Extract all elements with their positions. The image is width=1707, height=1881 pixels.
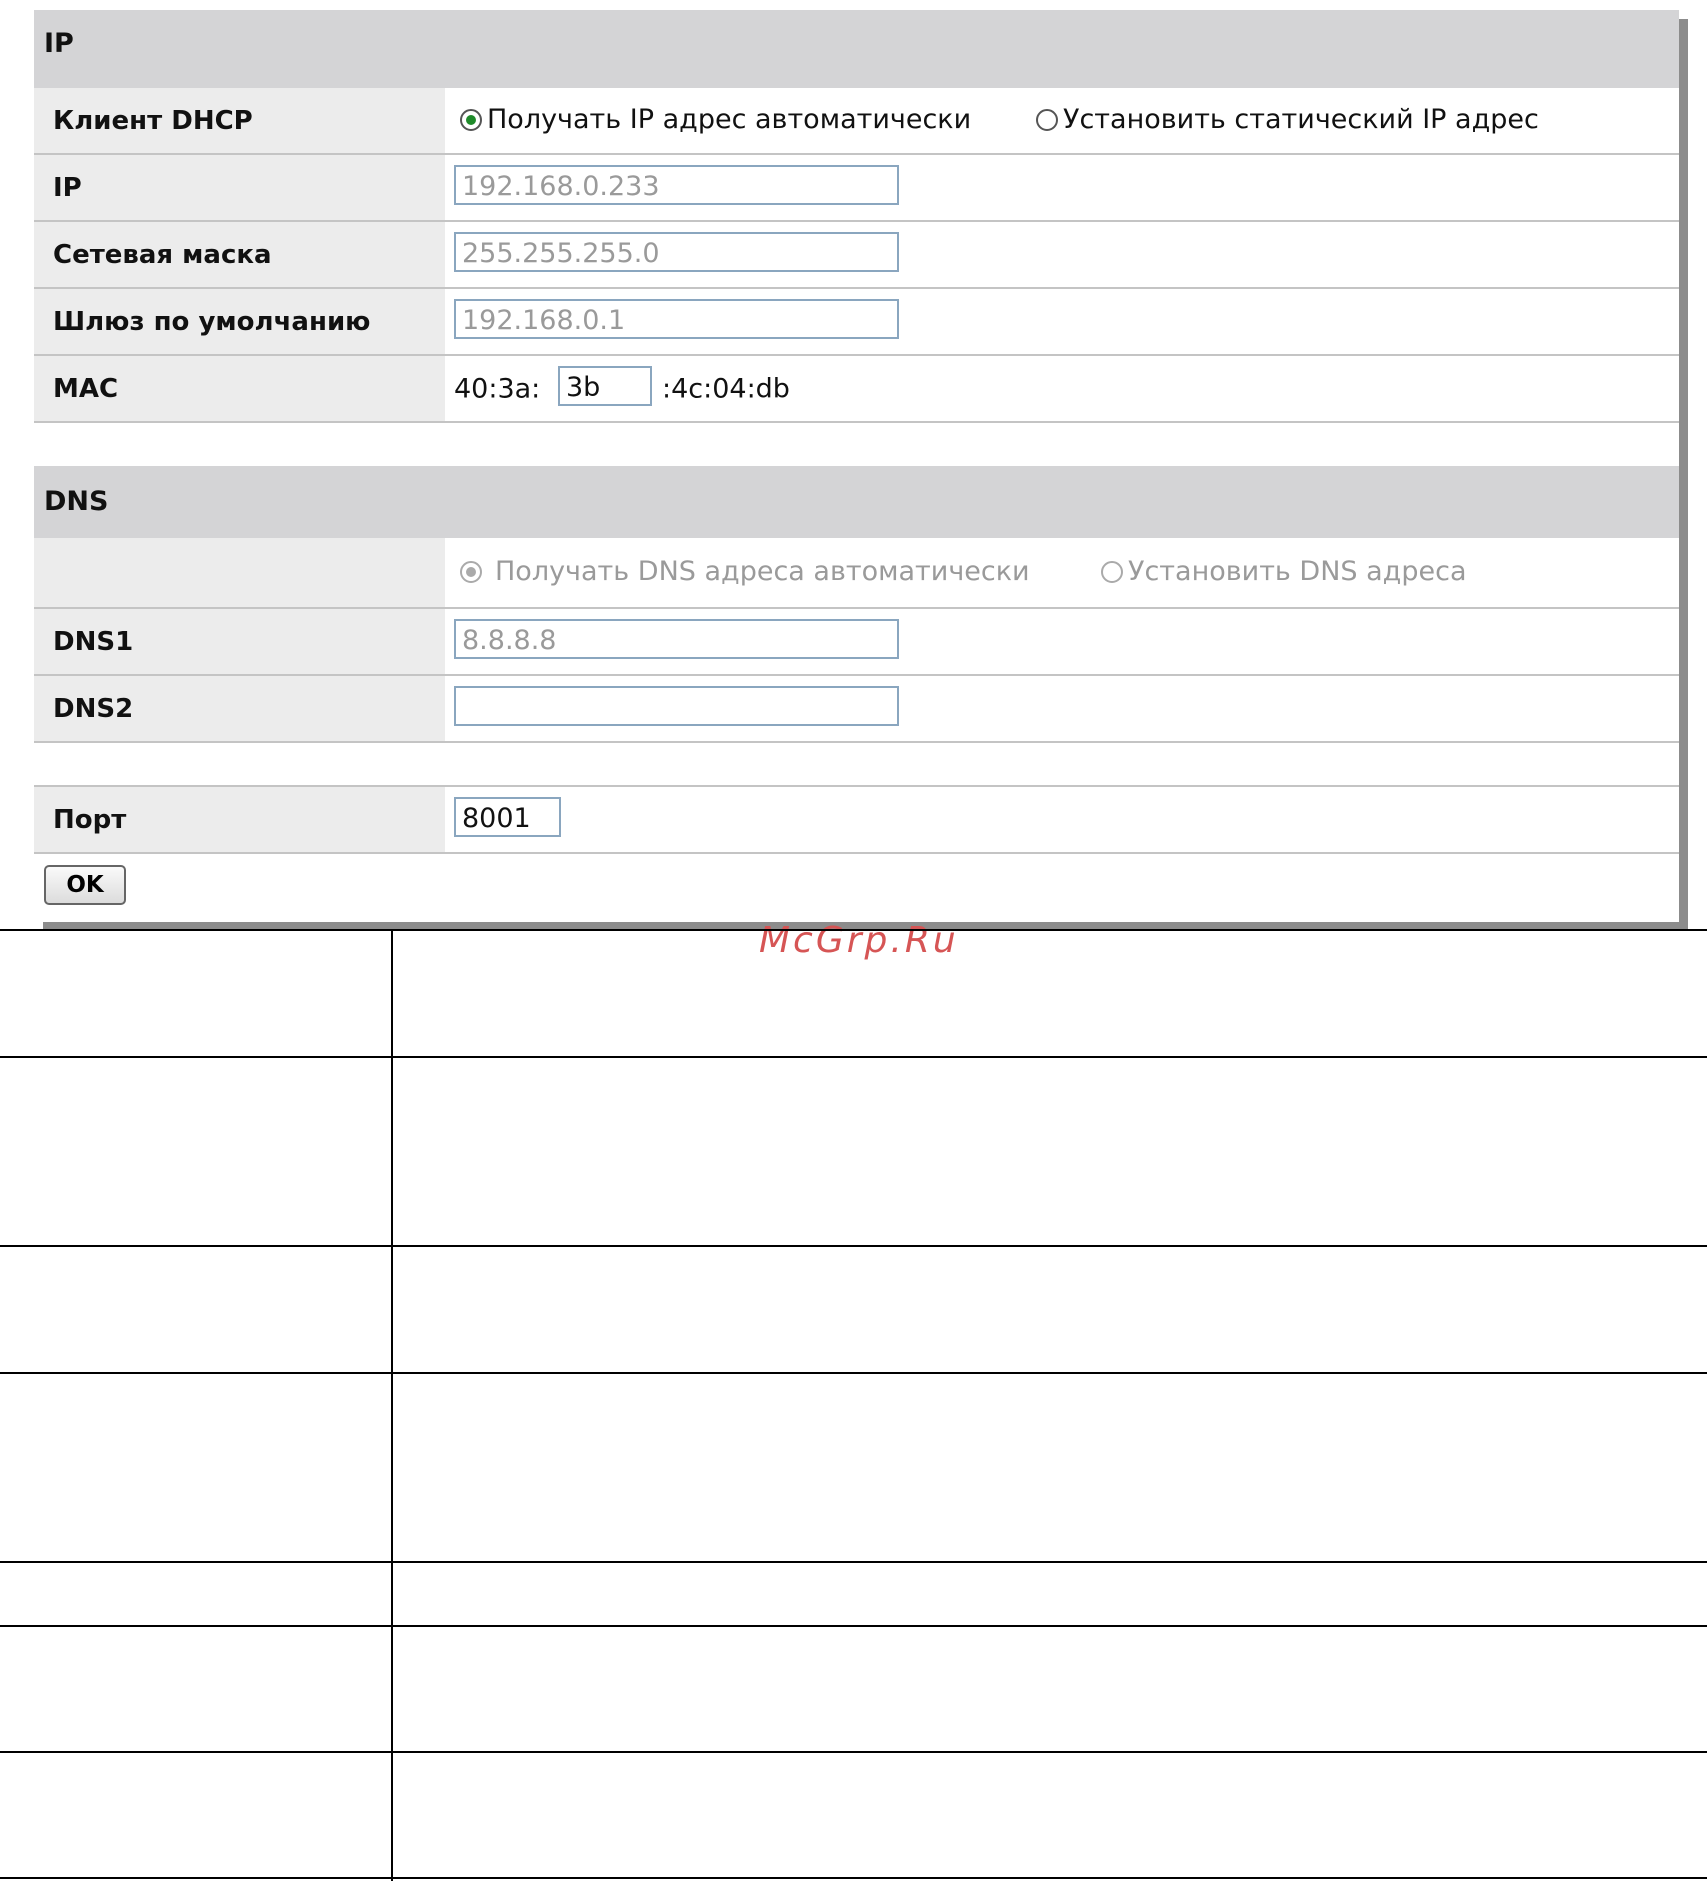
- mac-editable-input[interactable]: 3b: [558, 366, 652, 406]
- ip-address-input[interactable]: 192.168.0.233: [454, 165, 899, 205]
- table-border-bottom: [0, 1877, 1707, 1879]
- table-row-divider: [0, 1056, 1707, 1058]
- dhcp-label: Клиент DHCP: [53, 105, 253, 136]
- ip-row: IP 192.168.0.233: [34, 155, 1679, 222]
- dns2-label: DNS2: [53, 693, 134, 724]
- dns-section-title: DNS: [44, 486, 109, 517]
- network-settings-panel: IP Клиент DHCP Получать IP адрес автомат…: [34, 10, 1679, 922]
- netmask-label: Сетевая маска: [53, 239, 272, 270]
- mac-label: MAC: [53, 373, 119, 404]
- netmask-input[interactable]: 255.255.255.0: [454, 232, 899, 272]
- mac-row: MAC 40:3a: 3b :4c:04:db: [34, 356, 1679, 423]
- table-row-divider: [0, 1245, 1707, 1247]
- dns-auto-radio[interactable]: [460, 561, 482, 583]
- dhcp-row: Клиент DHCP Получать IP адрес автоматиче…: [34, 88, 1679, 155]
- dns-manual-label[interactable]: Установить DNS адреса: [1128, 556, 1467, 587]
- port-input[interactable]: 8001: [454, 797, 561, 837]
- dns1-input[interactable]: 8.8.8.8: [454, 619, 899, 659]
- gateway-input[interactable]: 192.168.0.1: [454, 299, 899, 339]
- dns2-input[interactable]: [454, 686, 899, 726]
- table-row-divider: [0, 1372, 1707, 1374]
- ip-section-header: IP: [34, 10, 1679, 88]
- port-row: Порт 8001: [34, 787, 1679, 854]
- ok-button[interactable]: OK: [44, 865, 126, 905]
- ip-section-title: IP: [44, 28, 74, 59]
- table-border-top: [0, 929, 1707, 931]
- netmask-row: Сетевая маска 255.255.255.0: [34, 222, 1679, 289]
- watermark: McGrp.Ru: [759, 920, 959, 961]
- port-label: Порт: [53, 804, 127, 835]
- dhcp-static-label[interactable]: Установить статический IP адрес: [1063, 104, 1539, 135]
- dns-section-header: DNS: [34, 466, 1679, 538]
- dhcp-auto-radio[interactable]: [460, 109, 482, 131]
- gateway-row: Шлюз по умолчанию 192.168.0.1: [34, 289, 1679, 356]
- dhcp-auto-label[interactable]: Получать IP адрес автоматически: [487, 104, 971, 135]
- dns-mode-row: Получать DNS адреса автоматически Устано…: [34, 538, 1679, 609]
- dns1-row: DNS1 8.8.8.8: [34, 609, 1679, 676]
- dns1-label: DNS1: [53, 626, 134, 657]
- dns2-row: DNS2: [34, 676, 1679, 743]
- gateway-label: Шлюз по умолчанию: [53, 306, 371, 337]
- table-row-divider: [0, 1751, 1707, 1753]
- table-column-divider: [391, 930, 393, 1881]
- mac-prefix: 40:3a:: [454, 373, 541, 404]
- table-row-divider: [0, 1625, 1707, 1627]
- table-row-divider: [0, 1561, 1707, 1563]
- dns-auto-label[interactable]: Получать DNS адреса автоматически: [495, 556, 1030, 587]
- dhcp-static-radio[interactable]: [1036, 109, 1058, 131]
- dns-manual-radio[interactable]: [1101, 561, 1123, 583]
- mac-suffix: :4c:04:db: [662, 373, 790, 404]
- ip-label: IP: [53, 172, 82, 203]
